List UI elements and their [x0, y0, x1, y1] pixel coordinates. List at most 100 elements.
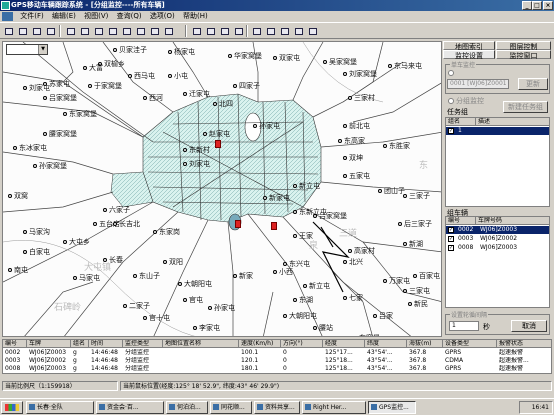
col-description[interactable]: 描述: [476, 118, 549, 126]
taskbar-button[interactable]: 同花顺...: [210, 401, 252, 414]
curve-icon[interactable]: [278, 25, 291, 37]
column-header[interactable]: 设备类型: [443, 340, 497, 348]
column-header[interactable]: 地图位置名称: [163, 340, 239, 348]
map-icon: [235, 28, 243, 35]
col-id[interactable]: 编号: [446, 217, 476, 225]
tab-layer-control[interactable]: 图层控制: [496, 41, 551, 51]
list-item[interactable]: ✓ 0008 WJ06]Z0003: [446, 244, 549, 252]
taskbar-button[interactable]: 资料共享...: [254, 401, 300, 414]
close-button[interactable]: ×: [543, 1, 553, 10]
map-layer-combo[interactable]: ▼: [6, 44, 48, 55]
zoom-in-icon[interactable]: [64, 25, 77, 37]
column-header[interactable]: 海拔(m): [407, 340, 443, 348]
new-icon[interactable]: [2, 25, 15, 37]
search-icon[interactable]: [162, 25, 175, 37]
group-monitor-radio[interactable]: [448, 98, 454, 104]
menu-help[interactable]: 帮助(H): [180, 11, 211, 22]
single-vehicle-radio[interactable]: [448, 70, 454, 76]
column-header[interactable]: 编号: [3, 340, 27, 348]
column-header[interactable]: 纬度: [365, 340, 407, 348]
pan-icon[interactable]: [92, 25, 105, 37]
map-place-dot: [293, 298, 297, 302]
vehicle-marker[interactable]: [271, 222, 277, 230]
column-header[interactable]: 监控类型: [123, 340, 163, 348]
list-item[interactable]: ✓ 1: [446, 127, 549, 135]
save-icon[interactable]: [30, 25, 43, 37]
checkbox[interactable]: ✓: [448, 245, 454, 251]
tab-map-index[interactable]: 地图索引: [443, 41, 495, 51]
menu-view[interactable]: 视图(V): [81, 11, 111, 22]
map-icon[interactable]: [190, 25, 203, 37]
menu-edit[interactable]: 编辑(E): [49, 11, 79, 22]
vehicle-marker[interactable]: [235, 220, 241, 228]
map-icon[interactable]: [218, 25, 231, 37]
layer-icon[interactable]: [148, 25, 161, 37]
tab-monitor-settings[interactable]: 监控设置: [443, 50, 495, 60]
maximize-button[interactable]: □: [532, 1, 542, 10]
checkbox[interactable]: ✓: [448, 227, 454, 233]
taskbar-button[interactable]: 长春·全队: [26, 401, 94, 414]
zoom-out-icon[interactable]: [78, 25, 91, 37]
menu-file[interactable]: 文件(F): [17, 11, 47, 22]
table-cell: 43°54'...: [367, 357, 393, 364]
minimize-button[interactable]: _: [522, 1, 532, 10]
map-place-dot: [23, 250, 27, 254]
table-row[interactable]: 0002 WJ06]Z0003 g 14:46:48 分组监控 100.1 0 125°17.…: [3, 349, 551, 357]
menu-query[interactable]: 查询(Q): [114, 11, 145, 22]
list-item[interactable]: ✓ 0003 WJ06]Z0002: [446, 235, 549, 243]
column-header[interactable]: 方向(°): [281, 340, 323, 348]
column-header[interactable]: 报警状态: [497, 340, 551, 348]
vehicle-marker[interactable]: [215, 140, 221, 148]
column-header[interactable]: 组名: [71, 340, 89, 348]
print-icon[interactable]: [44, 25, 57, 37]
line-icon[interactable]: [264, 25, 277, 37]
new-task-group-button[interactable]: 新建任务组: [503, 101, 548, 113]
interval-input[interactable]: 1: [449, 321, 479, 331]
map-view[interactable]: ▼ 贝家洼子 杨家屯 华家窝堡 双家屯 双榆乡 吴家窝堡 苏家屯 于家窝堡 西马屯 小屯 大富 迁家屯…: [2, 41, 442, 337]
group-vehicle-list[interactable]: 编号 车牌号码 ✓ 0002 WJ06]Z0003 ✓ 0003 WJ06]Z0002 ✓ 0…: [445, 216, 550, 308]
tab-monitor-window[interactable]: 监控窗口: [496, 50, 551, 60]
locate-icon[interactable]: [120, 25, 133, 37]
info-icon[interactable]: [250, 25, 263, 37]
table-row[interactable]: 0008 WJ06]Z0003 g 14:46:48 分组监控 180.1 0 125°18.…: [3, 365, 551, 373]
column-header[interactable]: 车牌: [27, 340, 71, 348]
taskbar-button[interactable]: 何泊泊...: [166, 401, 208, 414]
open-icon[interactable]: [16, 25, 29, 37]
map-place-label: 南屯: [14, 266, 28, 274]
col-plate[interactable]: 车牌号码: [476, 217, 549, 225]
column-header[interactable]: 经度: [323, 340, 365, 348]
checkbox[interactable]: ✓: [448, 128, 454, 134]
measure-icon[interactable]: [134, 25, 147, 37]
start-button[interactable]: [1, 401, 23, 414]
column-header[interactable]: 速度(Km/h): [239, 340, 281, 348]
map-place-label: 新立屯: [299, 182, 320, 190]
table-row[interactable]: 0003 WJ06]Z0002 g 14:46:48 分组监控 120.1 0 125°18.…: [3, 357, 551, 365]
map-place-dot: [63, 112, 67, 116]
select-icon[interactable]: [106, 25, 119, 37]
stop-icon[interactable]: [292, 25, 305, 37]
cancel-button[interactable]: 取消: [511, 320, 547, 332]
window-title: GPS移动车辆跟踪系统 - [分组监控----所有车辆]: [11, 1, 165, 9]
map-place-label: 马家沟: [29, 228, 50, 236]
checkbox[interactable]: ✓: [448, 236, 454, 242]
taskbar-button[interactable]: 资金会·百...: [96, 401, 164, 414]
map-icon: [193, 28, 201, 35]
menu-options[interactable]: 选项(O): [147, 11, 178, 22]
map-icon[interactable]: [232, 25, 245, 37]
vehicle-combo[interactable]: 0001 [WJ06]Z0001: [447, 79, 509, 89]
task-group-list[interactable]: 组名 描述 ✓ 1: [445, 117, 550, 207]
vehicle-plate: WJ06]Z0003: [480, 244, 518, 251]
close-icon[interactable]: [306, 25, 319, 37]
vehicle-status-table[interactable]: 编号 车牌 组名 时间 监控类型 地图位置名称 速度(Km/h) 方向(°) 经度 纬度 海拔(m)…: [2, 339, 552, 374]
col-group-name[interactable]: 组名: [446, 118, 476, 126]
update-button[interactable]: 更新: [518, 78, 548, 90]
chevron-down-icon[interactable]: ▼: [38, 45, 47, 54]
list-item[interactable]: ✓ 0002 WJ06]Z0003: [446, 226, 549, 234]
taskbar-button[interactable]: GPS监控...: [368, 401, 416, 414]
map-icon[interactable]: [204, 25, 217, 37]
column-header[interactable]: 时间: [89, 340, 123, 348]
map-place-dot: [183, 148, 187, 152]
map-place-label: 大富: [89, 64, 103, 72]
taskbar-button[interactable]: Right Her...: [302, 401, 366, 414]
map-place-dot: [273, 270, 277, 274]
